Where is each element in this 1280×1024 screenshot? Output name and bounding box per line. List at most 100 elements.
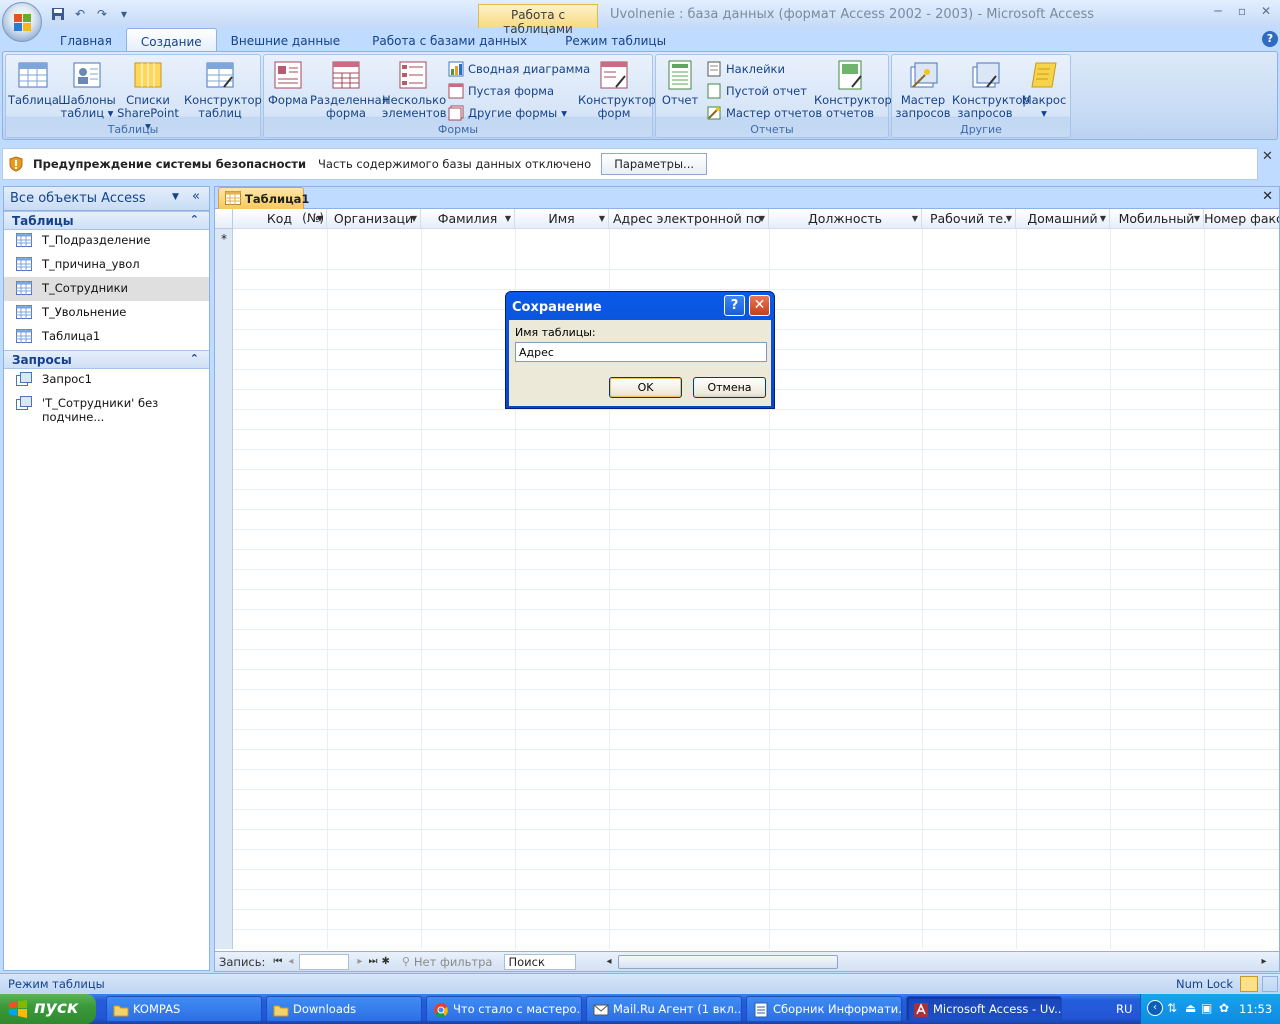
prev-record-icon[interactable]: ◂ bbox=[288, 956, 293, 967]
scroll-left-icon[interactable]: ◂ bbox=[606, 956, 611, 967]
ok-button[interactable]: OK bbox=[609, 377, 682, 398]
nav-item-table[interactable]: Т_Подразделение bbox=[4, 229, 209, 253]
filter-icon[interactable]: ⚲ bbox=[402, 955, 410, 968]
nav-pane-header[interactable]: Все объекты Access ▼ « bbox=[4, 187, 209, 211]
nav-item-query[interactable]: 'Т_Сотрудники' без подчине... bbox=[4, 392, 209, 424]
nav-item-table-selected[interactable]: Т_Сотрудники bbox=[4, 277, 209, 301]
new-row-autonumber-cell[interactable]: (№) bbox=[233, 209, 327, 229]
tray-expand-icon[interactable]: ‹ bbox=[1147, 1000, 1163, 1016]
blank-form-button[interactable]: Пустая форма bbox=[448, 81, 554, 101]
new-row-cell[interactable] bbox=[327, 209, 421, 229]
close-icon[interactable]: ✕ bbox=[749, 295, 770, 316]
collapse-section-icon[interactable]: ⌃ bbox=[190, 213, 199, 226]
form-designer-button[interactable]: Конструктор форм bbox=[578, 59, 656, 120]
grid-row-line bbox=[233, 569, 1279, 570]
document-tab[interactable]: Таблица1 bbox=[218, 187, 309, 209]
nav-section-queries[interactable]: Запросы ⌃ bbox=[4, 350, 209, 369]
help-icon[interactable]: ? bbox=[724, 295, 745, 316]
office-button[interactable] bbox=[2, 2, 42, 42]
safely-remove-icon[interactable]: ⏏ bbox=[1185, 1001, 1196, 1015]
design-view-icon[interactable] bbox=[1262, 976, 1278, 992]
minimize-icon[interactable]: ─ bbox=[1206, 4, 1230, 22]
tab-create[interactable]: Создание bbox=[125, 28, 217, 52]
filter-status[interactable]: Нет фильтра bbox=[414, 955, 493, 969]
select-all-corner[interactable] bbox=[215, 209, 233, 229]
new-record-marker[interactable]: * bbox=[215, 229, 233, 249]
report-button[interactable]: Отчет bbox=[658, 59, 702, 107]
blank-report-button[interactable]: Пустой отчет bbox=[706, 81, 807, 101]
close-security-bar-icon[interactable]: ✕ bbox=[1262, 149, 1273, 164]
undo-icon[interactable]: ↶ bbox=[70, 5, 90, 23]
close-icon[interactable]: ✕ bbox=[1254, 4, 1278, 22]
nav-dropdown-icon[interactable]: ▼ bbox=[172, 192, 179, 202]
new-row-cell[interactable] bbox=[1110, 209, 1204, 229]
clock[interactable]: 11:53 bbox=[1239, 1002, 1272, 1016]
start-button[interactable]: пуск bbox=[0, 994, 96, 1024]
language-indicator[interactable]: RU bbox=[1116, 1002, 1132, 1016]
more-forms-button[interactable]: Другие формы ▾ bbox=[448, 103, 567, 123]
record-number-field[interactable] bbox=[299, 953, 350, 970]
maximize-icon[interactable]: ▫ bbox=[1230, 4, 1254, 22]
query-wizard-button[interactable]: Мастер запросов bbox=[894, 59, 952, 120]
last-record-icon[interactable]: ⏭ bbox=[368, 956, 377, 967]
sharepoint-lists-button[interactable]: Списки SharePoint ▾ bbox=[116, 59, 180, 133]
system-tray: ‹ ⇅ ⏏ ▣ ✿ 11:53 bbox=[1140, 994, 1280, 1024]
agent-tray-icon[interactable]: ✿ bbox=[1219, 1001, 1229, 1015]
nav-item-table[interactable]: Таблица1 bbox=[4, 325, 209, 349]
search-field[interactable]: Поиск bbox=[504, 953, 577, 970]
datasheet-view-icon[interactable] bbox=[1240, 976, 1258, 992]
new-record-icon[interactable]: ✱ bbox=[381, 956, 389, 967]
tab-external-data[interactable]: Внешние данные bbox=[217, 28, 354, 52]
collapse-nav-icon[interactable]: « bbox=[192, 189, 200, 204]
table-button[interactable]: Таблица bbox=[8, 59, 59, 107]
scroll-right-icon[interactable]: ▸ bbox=[1262, 956, 1267, 967]
save-icon[interactable] bbox=[48, 5, 68, 23]
nav-section-tables[interactable]: Таблицы ⌃ bbox=[4, 211, 209, 230]
labels-button[interactable]: Наклейки bbox=[706, 59, 785, 79]
taskbar-item[interactable]: KOMPAS bbox=[106, 996, 262, 1022]
table-templates-button[interactable]: Шаблоны таблиц ▾ bbox=[58, 59, 116, 120]
new-row-cell[interactable] bbox=[922, 209, 1016, 229]
taskbar-item[interactable]: Mail.Ru Агент (1 вкл... bbox=[586, 996, 742, 1022]
new-row-cell[interactable] bbox=[421, 209, 515, 229]
new-row-cell[interactable] bbox=[1204, 209, 1279, 229]
new-row-cell[interactable] bbox=[769, 209, 922, 229]
collapse-section-icon[interactable]: ⌃ bbox=[190, 352, 199, 365]
table-designer-button[interactable]: Конструктор таблиц bbox=[184, 59, 262, 120]
redo-icon[interactable]: ↷ bbox=[92, 5, 112, 23]
nav-item-table[interactable]: Т_Увольнение bbox=[4, 301, 209, 325]
network-icon[interactable]: ⇅ bbox=[1167, 1001, 1177, 1015]
horizontal-scrollbar-thumb[interactable] bbox=[617, 954, 838, 969]
tab-datasheet[interactable]: Режим таблицы bbox=[545, 28, 686, 52]
query-designer-button[interactable]: Конструктор запросов bbox=[952, 59, 1030, 120]
close-document-icon[interactable]: ✕ bbox=[1262, 189, 1273, 204]
next-record-icon[interactable]: ▸ bbox=[357, 956, 362, 967]
new-row-cell[interactable] bbox=[515, 209, 609, 229]
new-row-cell[interactable] bbox=[609, 209, 769, 229]
help-icon[interactable]: ? bbox=[1262, 31, 1278, 47]
split-form-button[interactable]: Разделенная форма bbox=[310, 59, 389, 120]
report-designer-button[interactable]: Конструктор отчетов bbox=[814, 59, 892, 120]
taskbar-item[interactable]: Сборник Информати... bbox=[746, 996, 902, 1022]
taskbar-item[interactable]: Downloads bbox=[266, 996, 422, 1022]
new-row-cell[interactable] bbox=[1016, 209, 1110, 229]
security-options-button[interactable]: Параметры... bbox=[601, 153, 708, 175]
pivot-chart-button[interactable]: Сводная диаграмма bbox=[448, 59, 590, 79]
customize-qat-icon[interactable]: ▾ bbox=[114, 5, 134, 23]
taskbar-item[interactable]: Что стало с мастеро... bbox=[426, 996, 582, 1022]
tab-database-tools[interactable]: Работа с базами данных bbox=[354, 28, 545, 52]
table-name-input[interactable] bbox=[515, 342, 767, 362]
tray-app-icon[interactable]: ▣ bbox=[1201, 1001, 1212, 1015]
first-record-icon[interactable]: ⏮ bbox=[273, 956, 282, 967]
multiple-items-button[interactable]: Несколько элементов bbox=[382, 59, 447, 120]
macro-button[interactable]: Макрос ▾ bbox=[1020, 59, 1068, 120]
num-lock-indicator: Num Lock bbox=[1176, 977, 1233, 991]
form-button[interactable]: Форма bbox=[266, 59, 310, 107]
tab-home[interactable]: Главная bbox=[46, 28, 126, 52]
nav-item-query[interactable]: Запрос1 bbox=[4, 368, 209, 392]
cancel-button[interactable]: Отмена bbox=[693, 377, 766, 398]
report-wizard-button[interactable]: Мастер отчетов bbox=[706, 103, 822, 123]
nav-item-table[interactable]: Т_причина_увол bbox=[4, 253, 209, 277]
group-label-reports: Отчеты bbox=[750, 123, 794, 136]
taskbar-item-active[interactable]: Microsoft Access - Uv... bbox=[906, 996, 1062, 1022]
